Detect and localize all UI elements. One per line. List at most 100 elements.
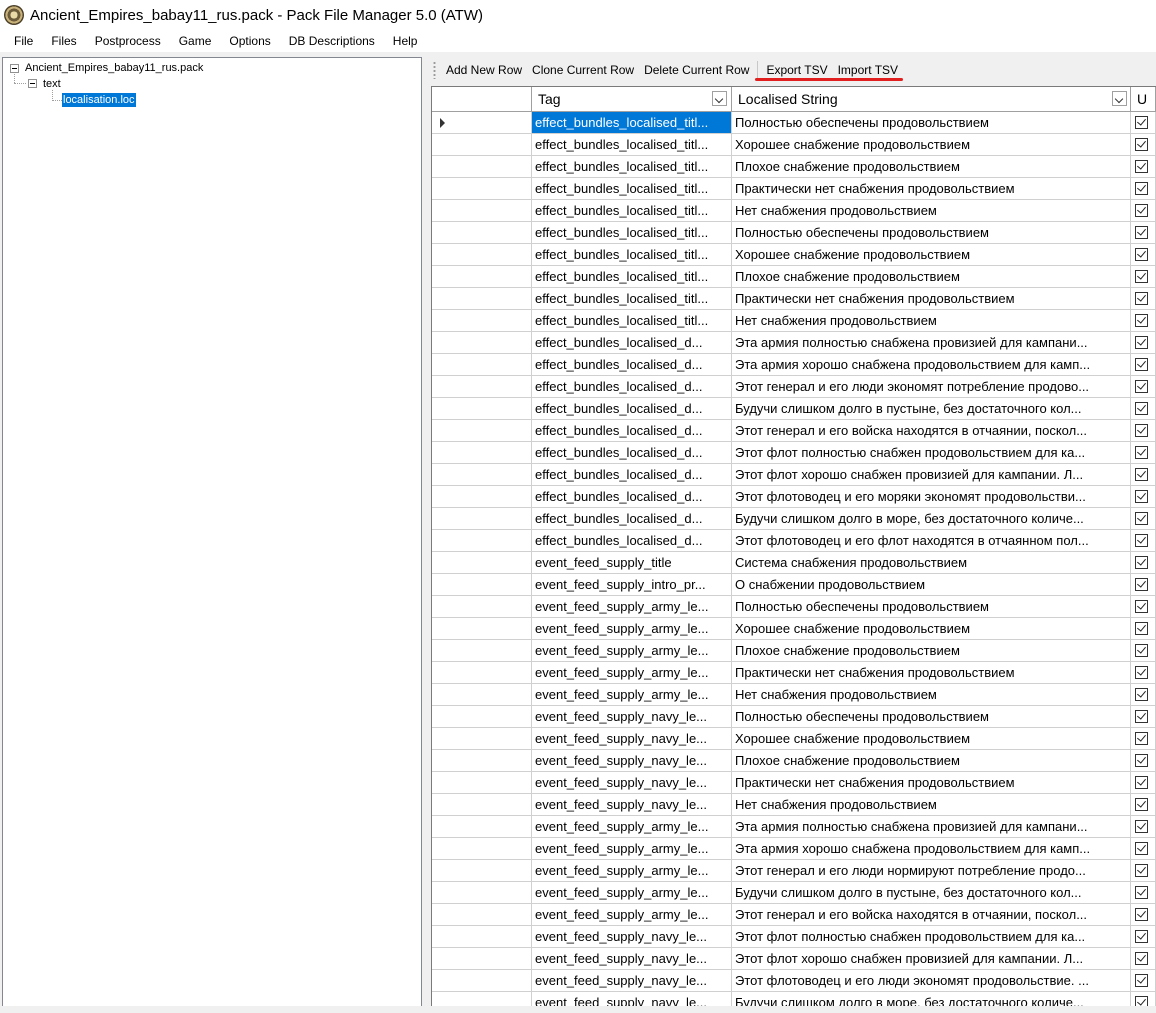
localised-string-cell[interactable]: Нет снабжения продовольствием xyxy=(732,794,1131,816)
u-checkbox[interactable] xyxy=(1135,578,1148,591)
table-row[interactable]: effect_bundles_localised_d... Будучи слиш… xyxy=(432,508,1156,530)
localised-string-cell[interactable]: Хорошее снабжение продовольствием xyxy=(732,134,1131,156)
localised-string-cell[interactable]: Нет снабжения продовольствием xyxy=(732,684,1131,706)
table-row[interactable]: effect_bundles_localised_titl... Хорошее … xyxy=(432,244,1156,266)
tag-cell[interactable]: effect_bundles_localised_d... xyxy=(532,332,732,354)
row-header[interactable] xyxy=(432,552,532,574)
u-checkbox[interactable] xyxy=(1135,512,1148,525)
table-row[interactable]: effect_bundles_localised_d... Этот генера… xyxy=(432,420,1156,442)
row-header[interactable] xyxy=(432,926,532,948)
u-checkbox[interactable] xyxy=(1135,468,1148,481)
u-checkbox[interactable] xyxy=(1135,644,1148,657)
table-row[interactable]: event_feed_supply_army_le... Полностью об… xyxy=(432,596,1156,618)
row-header[interactable] xyxy=(432,706,532,728)
tag-cell[interactable]: event_feed_supply_navy_le... xyxy=(532,772,732,794)
tag-cell[interactable]: event_feed_supply_navy_le... xyxy=(532,794,732,816)
table-row[interactable]: event_feed_supply_title Система снабжения… xyxy=(432,552,1156,574)
tag-cell[interactable]: effect_bundles_localised_titl... xyxy=(532,156,732,178)
table-row[interactable]: effect_bundles_localised_titl... Плохое с… xyxy=(432,266,1156,288)
column-header-localised-string[interactable]: Localised String xyxy=(732,87,1131,111)
tag-cell[interactable]: event_feed_supply_navy_le... xyxy=(532,970,732,992)
tag-cell[interactable]: effect_bundles_localised_titl... xyxy=(532,244,732,266)
localised-string-cell[interactable]: Нет снабжения продовольствием xyxy=(732,200,1131,222)
localised-string-cell[interactable]: Этот флотоводец и его моряки экономят пр… xyxy=(732,486,1131,508)
u-checkbox[interactable] xyxy=(1135,710,1148,723)
pack-tree-view[interactable]: Ancient_Empires_babay11_rus.pack text lo… xyxy=(2,57,422,1008)
localised-string-cell[interactable]: Этот флотоводец и его флот находятся в о… xyxy=(732,530,1131,552)
clone-current-row-button[interactable]: Clone Current Row xyxy=(527,59,639,81)
tag-cell[interactable]: effect_bundles_localised_d... xyxy=(532,376,732,398)
tag-cell[interactable]: effect_bundles_localised_titl... xyxy=(532,134,732,156)
u-checkbox[interactable] xyxy=(1135,424,1148,437)
u-checkbox[interactable] xyxy=(1135,226,1148,239)
tag-cell[interactable]: effect_bundles_localised_d... xyxy=(532,486,732,508)
u-checkbox[interactable] xyxy=(1135,380,1148,393)
tag-cell[interactable]: event_feed_supply_navy_le... xyxy=(532,750,732,772)
u-checkbox[interactable] xyxy=(1135,798,1148,811)
localised-string-cell[interactable]: Этот флот полностью снабжен продовольств… xyxy=(732,926,1131,948)
tag-cell[interactable]: event_feed_supply_navy_le... xyxy=(532,728,732,750)
table-row[interactable]: event_feed_supply_navy_le... Нет снабжени… xyxy=(432,794,1156,816)
row-header[interactable] xyxy=(432,112,532,134)
localised-string-cell[interactable]: Полностью обеспечены продовольствием xyxy=(732,112,1131,134)
collapse-folder-icon[interactable] xyxy=(28,79,37,88)
tag-cell[interactable]: event_feed_supply_intro_pr... xyxy=(532,574,732,596)
app-icon[interactable] xyxy=(4,5,24,25)
localised-string-cell[interactable]: Эта армия хорошо снабжена продовольствие… xyxy=(732,838,1131,860)
u-checkbox[interactable] xyxy=(1135,358,1148,371)
u-checkbox[interactable] xyxy=(1135,622,1148,635)
table-row[interactable]: effect_bundles_localised_d... Этот флот х… xyxy=(432,464,1156,486)
u-checkbox[interactable] xyxy=(1135,600,1148,613)
row-header[interactable] xyxy=(432,420,532,442)
localised-string-cell[interactable]: Будучи слишком долго в пустыне, без дост… xyxy=(732,398,1131,420)
table-row[interactable]: event_feed_supply_army_le... Эта армия по… xyxy=(432,816,1156,838)
table-row[interactable]: event_feed_supply_navy_le... Практически … xyxy=(432,772,1156,794)
tag-cell[interactable]: effect_bundles_localised_d... xyxy=(532,420,732,442)
u-checkbox[interactable] xyxy=(1135,160,1148,173)
tag-cell[interactable]: event_feed_supply_navy_le... xyxy=(532,706,732,728)
tag-cell[interactable]: event_feed_supply_army_le... xyxy=(532,618,732,640)
header-row-selector[interactable] xyxy=(432,87,532,111)
tag-cell[interactable]: event_feed_supply_army_le... xyxy=(532,640,732,662)
table-row[interactable]: event_feed_supply_army_le... Этот генерал… xyxy=(432,904,1156,926)
localised-string-cell[interactable]: Будучи слишком долго в пустыне, без дост… xyxy=(732,882,1131,904)
row-header[interactable] xyxy=(432,266,532,288)
row-header[interactable] xyxy=(432,794,532,816)
localised-string-cell[interactable]: Практически нет снабжения продовольствие… xyxy=(732,288,1131,310)
table-row[interactable]: effect_bundles_localised_d... Этот генера… xyxy=(432,376,1156,398)
localised-string-cell[interactable]: Этот генерал и его войска находятся в от… xyxy=(732,420,1131,442)
row-header[interactable] xyxy=(432,684,532,706)
tag-cell[interactable]: effect_bundles_localised_d... xyxy=(532,464,732,486)
localised-string-cell[interactable]: Практически нет снабжения продовольствие… xyxy=(732,772,1131,794)
u-checkbox[interactable] xyxy=(1135,754,1148,767)
u-checkbox[interactable] xyxy=(1135,314,1148,327)
row-header[interactable] xyxy=(432,728,532,750)
table-row[interactable]: event_feed_supply_army_le... Плохое снабж… xyxy=(432,640,1156,662)
tag-cell[interactable]: effect_bundles_localised_d... xyxy=(532,530,732,552)
pane-splitter[interactable] xyxy=(422,57,429,1006)
localised-string-cell[interactable]: Этот флотоводец и его люди экономят прод… xyxy=(732,970,1131,992)
tree-node-pack-root[interactable]: Ancient_Empires_babay11_rus.pack xyxy=(25,61,203,75)
localised-string-cell[interactable]: Хорошее снабжение продовольствием xyxy=(732,728,1131,750)
row-header[interactable] xyxy=(432,750,532,772)
u-checkbox[interactable] xyxy=(1135,886,1148,899)
menu-file[interactable]: File xyxy=(0,30,42,52)
menu-db-descriptions[interactable]: DB Descriptions xyxy=(280,30,384,52)
row-header[interactable] xyxy=(432,310,532,332)
row-header[interactable] xyxy=(432,398,532,420)
row-header[interactable] xyxy=(432,948,532,970)
table-row[interactable]: event_feed_supply_navy_le... Полностью об… xyxy=(432,706,1156,728)
collapse-root-icon[interactable] xyxy=(10,64,19,73)
string-filter-dropdown-icon[interactable] xyxy=(1112,91,1127,106)
table-row[interactable]: event_feed_supply_army_le... Эта армия хо… xyxy=(432,838,1156,860)
table-row[interactable]: effect_bundles_localised_d... Этот флотов… xyxy=(432,530,1156,552)
u-checkbox[interactable] xyxy=(1135,336,1148,349)
tag-cell[interactable]: event_feed_supply_title xyxy=(532,552,732,574)
row-header[interactable] xyxy=(432,486,532,508)
tag-cell[interactable]: effect_bundles_localised_d... xyxy=(532,398,732,420)
row-header[interactable] xyxy=(432,970,532,992)
table-row[interactable]: event_feed_supply_army_le... Нет снабжени… xyxy=(432,684,1156,706)
table-row[interactable]: effect_bundles_localised_titl... Полность… xyxy=(432,222,1156,244)
u-checkbox[interactable] xyxy=(1135,688,1148,701)
u-checkbox[interactable] xyxy=(1135,292,1148,305)
